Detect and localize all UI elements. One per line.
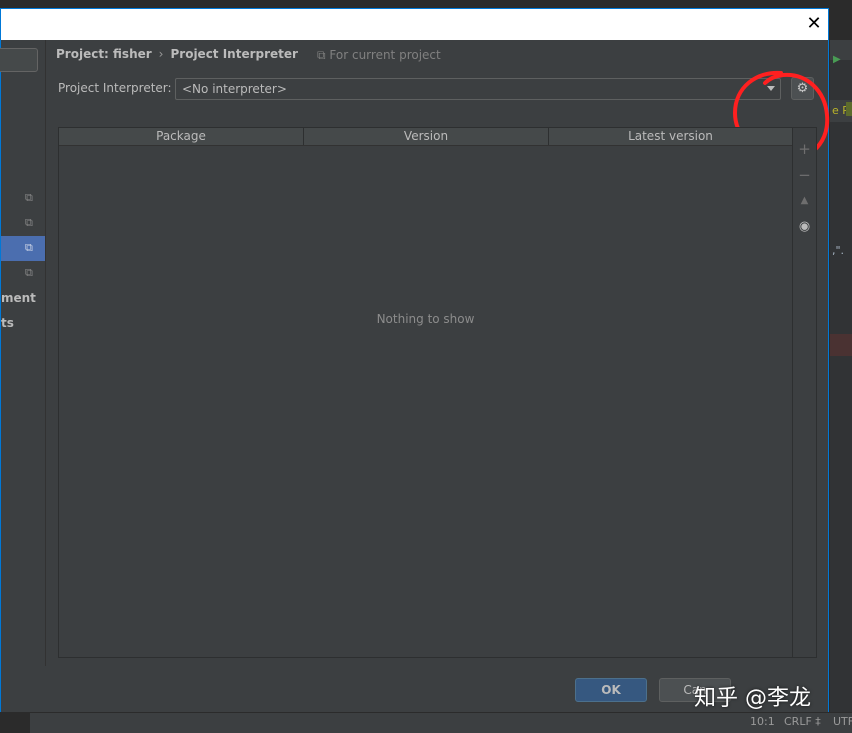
ide-status-bar: 10:1 CRLF ‡ UTF bbox=[0, 712, 852, 733]
packages-table: Package Version Latest version Nothing t… bbox=[58, 127, 793, 658]
show-early-releases-button[interactable]: ◉ bbox=[793, 216, 816, 238]
copy-icon: ⧉ bbox=[25, 266, 33, 279]
sidebar-item-partial-2[interactable]: ts bbox=[1, 316, 14, 330]
ide-editor-edge: ▶ e P ,". bbox=[830, 40, 852, 712]
zhihu-watermark: 知乎 @李龙 bbox=[694, 686, 811, 711]
sidebar-item-project-interpreter[interactable]: ⧉ bbox=[1, 236, 45, 261]
editor-marker bbox=[846, 102, 852, 116]
interpreter-settings-button[interactable]: ⚙ bbox=[791, 77, 814, 100]
upgrade-package-button[interactable]: ▲ bbox=[793, 190, 816, 212]
add-package-button[interactable]: + bbox=[793, 138, 816, 160]
copy-icon: ⧉ bbox=[317, 48, 326, 62]
settings-dialog: ✕ ⧉ ⧉ ⧉ ⧉ ment ts Project: fisher › Projec… bbox=[0, 8, 830, 712]
empty-table-message: Nothing to show bbox=[376, 312, 475, 326]
sidebar-item-partial-1[interactable]: ment bbox=[1, 291, 36, 305]
column-latest-version[interactable]: Latest version bbox=[549, 128, 792, 145]
sidebar-item[interactable]: ⧉ bbox=[1, 261, 45, 286]
copy-icon: ⧉ bbox=[25, 191, 33, 204]
editor-error-line bbox=[830, 334, 852, 356]
dialog-titlebar: ✕ bbox=[1, 9, 828, 40]
sidebar-item[interactable]: ⧉ bbox=[1, 211, 45, 236]
triangle-up-icon: ▲ bbox=[800, 195, 809, 206]
cursor-position[interactable]: 10:1 bbox=[750, 715, 775, 728]
ok-button[interactable]: OK bbox=[575, 678, 647, 702]
breadcrumb-page: Project Interpreter bbox=[170, 47, 298, 61]
column-version[interactable]: Version bbox=[304, 128, 549, 145]
sidebar-item[interactable]: ⧉ bbox=[1, 186, 45, 211]
interpreter-select[interactable]: <No interpreter> bbox=[175, 78, 781, 100]
chevron-down-icon bbox=[767, 86, 775, 91]
interpreter-label: Project Interpreter: bbox=[58, 81, 172, 95]
editor-text-fragment-2: ,". bbox=[832, 244, 845, 257]
run-icon: ▶ bbox=[833, 54, 841, 65]
column-package[interactable]: Package bbox=[59, 128, 304, 145]
interpreter-select-value: <No interpreter> bbox=[182, 82, 287, 96]
plus-icon: + bbox=[798, 140, 811, 158]
copy-icon: ⧉ bbox=[25, 241, 33, 254]
eye-icon: ◉ bbox=[798, 219, 811, 234]
for-current-project: ⧉ For current project bbox=[317, 48, 441, 63]
minus-icon: − bbox=[798, 166, 811, 184]
table-toolbar: + − ▲ ◉ bbox=[793, 127, 817, 658]
settings-sidebar: ⧉ ⧉ ⧉ ⧉ ment ts bbox=[0, 40, 46, 666]
breadcrumb: Project: fisher › Project Interpreter bbox=[56, 47, 298, 61]
close-button[interactable]: ✕ bbox=[801, 12, 827, 36]
status-left-block bbox=[0, 713, 30, 733]
remove-package-button[interactable]: − bbox=[793, 164, 816, 186]
copy-icon: ⧉ bbox=[25, 216, 33, 229]
settings-search-input[interactable] bbox=[0, 48, 38, 72]
breadcrumb-separator: › bbox=[158, 47, 164, 61]
line-separator[interactable]: CRLF ‡ bbox=[784, 715, 821, 728]
file-encoding[interactable]: UTF bbox=[833, 715, 852, 728]
breadcrumb-project: Project: fisher bbox=[56, 47, 152, 61]
for-current-project-label: For current project bbox=[329, 48, 441, 62]
table-header: Package Version Latest version bbox=[59, 128, 792, 146]
gear-icon: ⚙ bbox=[796, 81, 809, 96]
